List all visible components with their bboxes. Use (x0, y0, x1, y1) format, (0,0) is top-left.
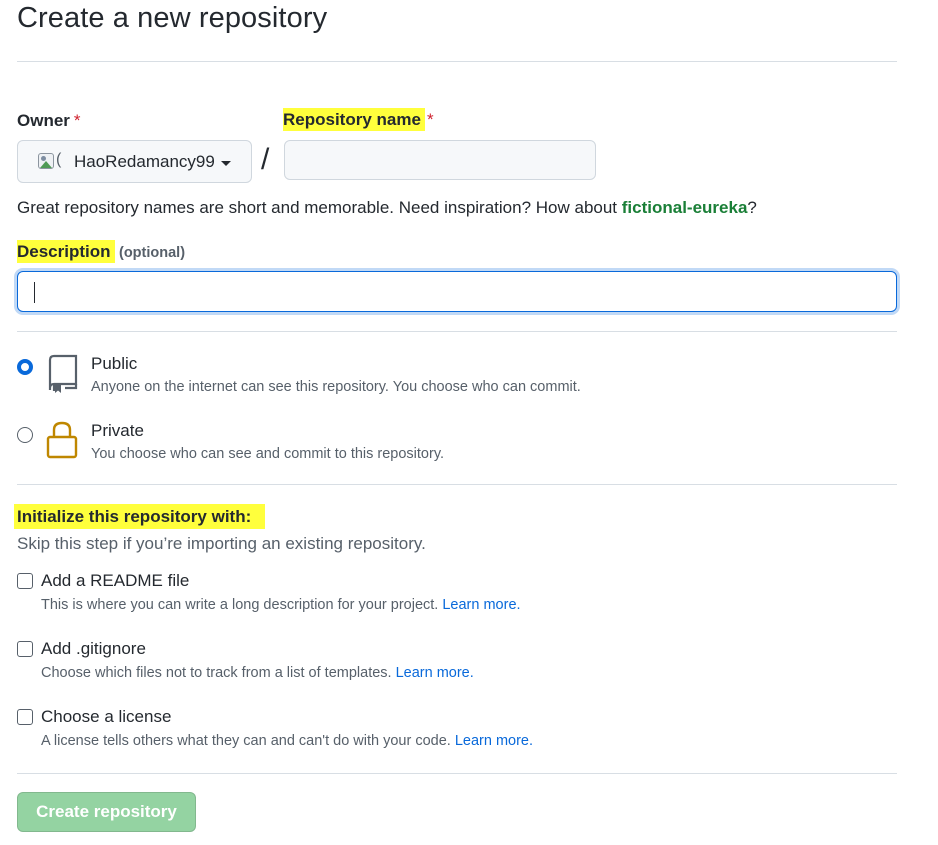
license-checkbox[interactable] (17, 709, 33, 725)
owner-label-text: Owner (17, 111, 70, 130)
description-label-text: Description (17, 240, 115, 263)
required-mark: * (73, 111, 81, 130)
page-title: Create a new repository (17, 2, 328, 34)
readme-learn-more-link[interactable]: Learn more. (442, 597, 520, 613)
license-description: A license tells others what they can and… (41, 733, 533, 749)
gitignore-title[interactable]: Add .gitignore (41, 639, 146, 659)
divider (17, 484, 897, 485)
owner-name: HaoRedamancy99 (74, 151, 215, 171)
owner-dropdown[interactable]: ( HaoRedamancy99 (17, 140, 252, 183)
repo-name-label: Repository name * (283, 108, 434, 131)
public-description: Anyone on the internet can see this repo… (91, 379, 581, 395)
description-input[interactable] (17, 271, 897, 312)
repo-name-input[interactable] (284, 140, 596, 180)
name-hint: Great repository names are short and mem… (17, 198, 757, 218)
gitignore-checkbox[interactable] (17, 641, 33, 657)
repo-icon (45, 354, 79, 394)
gitignore-learn-more-link[interactable]: Learn more. (396, 665, 474, 681)
chevron-down-icon (220, 160, 231, 166)
license-title[interactable]: Choose a license (41, 707, 171, 727)
divider (17, 61, 897, 62)
hint-text: Great repository names are short and mem… (17, 198, 622, 217)
private-title: Private (91, 421, 144, 440)
description-label: Description (optional) (17, 240, 186, 263)
text-cursor (34, 282, 35, 303)
private-radio[interactable] (17, 427, 33, 443)
lock-icon (45, 420, 79, 460)
divider (17, 331, 897, 332)
owner-label: Owner * (17, 111, 81, 131)
public-title: Public (91, 354, 138, 373)
readme-title[interactable]: Add a README file (41, 571, 189, 591)
init-heading-text: Initialize this repository with: (14, 504, 266, 529)
init-heading: Initialize this repository with: (14, 504, 266, 529)
required-mark: * (426, 110, 434, 129)
readme-desc-text: This is where you can write a long descr… (41, 597, 443, 613)
hint-suffix: ? (747, 198, 757, 217)
name-suggestion[interactable]: fictional-eureka (622, 198, 748, 217)
gitignore-desc-text: Choose which files not to track from a l… (41, 665, 396, 681)
repo-name-label-text: Repository name (283, 108, 425, 131)
readme-checkbox[interactable] (17, 573, 33, 589)
license-desc-text: A license tells others what they can and… (41, 733, 455, 749)
create-repository-button[interactable]: Create repository (17, 792, 196, 832)
public-radio[interactable] (17, 359, 33, 375)
gitignore-description: Choose which files not to track from a l… (41, 665, 474, 681)
private-description: You choose who can see and commit to thi… (91, 446, 445, 462)
owner-repo-separator: / (261, 143, 270, 176)
optional-tag: (optional) (118, 245, 186, 261)
avatar: ( (38, 151, 61, 172)
divider (17, 773, 897, 774)
license-learn-more-link[interactable]: Learn more. (455, 733, 533, 749)
init-subheading: Skip this step if you’re importing an ex… (17, 534, 426, 553)
readme-description: This is where you can write a long descr… (41, 597, 521, 613)
